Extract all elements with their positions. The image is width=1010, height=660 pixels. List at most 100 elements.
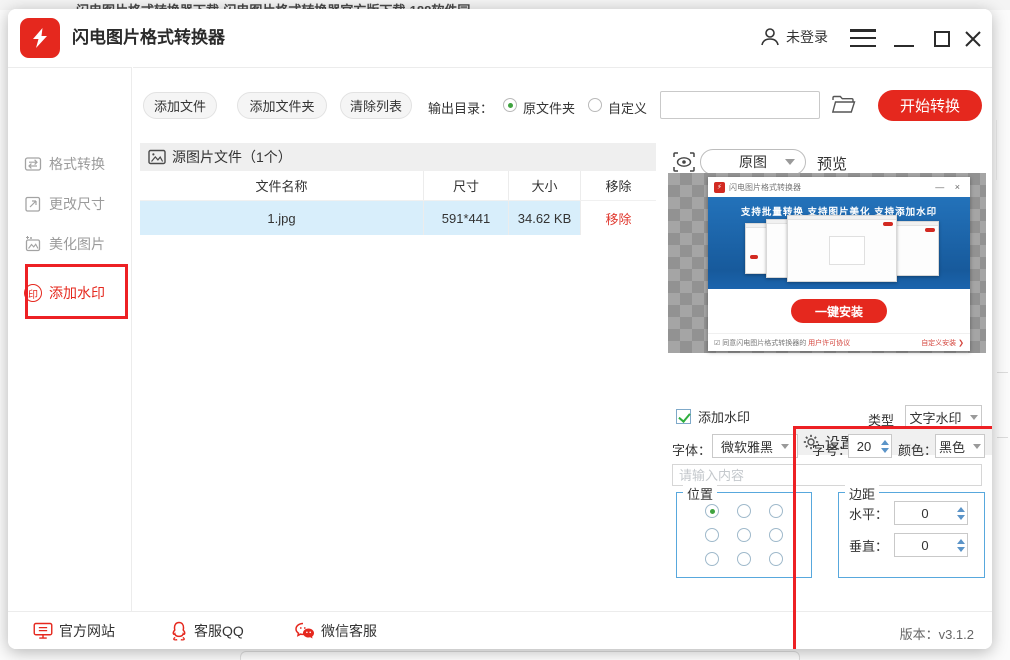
source-files-header: 源图片文件（1个） — [140, 143, 656, 171]
menu-button[interactable] — [850, 29, 876, 47]
position-radio-middle-center[interactable] — [737, 528, 751, 542]
watermark-checkbox-row: 添加水印 — [676, 407, 750, 426]
arrow-up-icon[interactable] — [957, 539, 965, 544]
vertical-label: 垂直： — [849, 536, 888, 555]
sidebar-item-label: 添加水印 — [49, 283, 105, 303]
sidebar-item-resize[interactable]: 更改尺寸 — [24, 192, 105, 216]
installer-window-controls: — × — [935, 182, 964, 192]
position-radio-bottom-left[interactable] — [705, 552, 719, 566]
background-page-fragment — [240, 651, 800, 660]
installer-license-link: 用户许可协议 — [808, 340, 850, 347]
font-label: 字体： — [672, 440, 711, 459]
close-button[interactable] — [964, 30, 982, 48]
background-divider — [996, 120, 997, 180]
add-watermark-label[interactable]: 添加水印 — [698, 407, 750, 426]
position-radio-top-center[interactable] — [737, 504, 751, 518]
source-files-title: 源图片文件（1个） — [172, 147, 292, 167]
sidebar-item-format-convert[interactable]: 格式转换 — [24, 152, 105, 176]
main-content: 添加文件 添加文件夹 清除列表 输出目录： 原文件夹 自定义 开始转换 — [133, 67, 992, 611]
vertical-margin-value: 0 — [895, 538, 955, 553]
installer-footer-area: 一键安装 — [708, 289, 970, 333]
chevron-down-icon — [970, 415, 978, 420]
add-watermark-checkbox[interactable] — [676, 409, 691, 424]
column-filename: 文件名称 — [140, 171, 423, 200]
version-text: 版本：v3.1.2 — [900, 624, 974, 643]
font-dropdown[interactable]: 微软雅黑 — [712, 434, 798, 458]
sidebar-item-beautify[interactable]: 美化图片 — [24, 232, 105, 256]
arrow-up-icon[interactable] — [957, 507, 965, 512]
watermark-content-input[interactable] — [672, 464, 982, 486]
sidebar: 格式转换 更改尺寸 美化图片 印 添加水印 — [8, 67, 132, 611]
watermark-type-dropdown[interactable]: 文字水印 — [905, 405, 982, 429]
convert-icon — [24, 155, 42, 173]
color-dropdown[interactable]: 黑色 — [935, 434, 985, 458]
file-name: 1.jpg — [140, 201, 423, 235]
font-size-label: 字号： — [812, 440, 851, 459]
qq-penguin-icon — [170, 621, 188, 641]
folder-icon — [831, 94, 857, 116]
position-radio-top-left[interactable] — [705, 504, 719, 518]
clear-list-button[interactable]: 清除列表 — [340, 92, 412, 119]
radio-original-folder-label[interactable]: 原文件夹 — [523, 98, 575, 117]
radio-custom-folder[interactable] — [588, 98, 602, 112]
installer-titlebar: ⚡ 闪电图片格式转换器 — × — [708, 177, 970, 197]
color-label: 颜色： — [898, 440, 937, 459]
beautify-image-icon — [24, 235, 42, 253]
wechat-support-label: 微信客服 — [321, 621, 377, 641]
preview-mode-dropdown[interactable]: 原图 — [700, 149, 806, 175]
position-radio-middle-left[interactable] — [705, 528, 719, 542]
monitor-icon — [33, 621, 53, 641]
file-dimensions: 591*441 — [423, 201, 508, 235]
radio-original-folder[interactable] — [503, 98, 517, 112]
maximize-button[interactable] — [934, 31, 950, 47]
file-table-header: 文件名称 尺寸 大小 移除 — [140, 171, 656, 201]
position-radio-top-right[interactable] — [769, 504, 783, 518]
output-path-input[interactable] — [660, 91, 820, 119]
font-size-stepper[interactable]: 20 — [848, 434, 892, 458]
vertical-margin-stepper[interactable]: 0 — [894, 533, 968, 557]
remove-file-link[interactable]: 移除 — [580, 201, 656, 235]
add-folder-button[interactable]: 添加文件夹 — [237, 92, 327, 119]
minimize-button[interactable] — [894, 45, 914, 47]
add-file-button[interactable]: 添加文件 — [143, 92, 217, 119]
arrow-down-icon[interactable] — [957, 515, 965, 520]
start-convert-button[interactable]: 开始转换 — [878, 90, 982, 121]
position-radio-middle-right[interactable] — [769, 528, 783, 542]
wechat-icon — [295, 622, 315, 640]
sidebar-item-label: 更改尺寸 — [49, 194, 105, 214]
wechat-support-link[interactable]: 微信客服 — [295, 620, 377, 642]
position-radio-bottom-right[interactable] — [769, 552, 783, 566]
sidebar-item-watermark[interactable]: 印 添加水印 — [24, 281, 105, 305]
installer-custom-install: 自定义安装 ❯ — [921, 338, 964, 348]
watermark-type-value: 文字水印 — [909, 408, 961, 427]
installer-agree-text: ☑ 同意闪电图片格式转换器的 用户许可协议 — [714, 338, 850, 348]
stepper-arrows[interactable] — [955, 507, 967, 520]
horizontal-margin-value: 0 — [895, 506, 955, 521]
font-value: 微软雅黑 — [721, 437, 773, 456]
vertical-margin-row: 垂直： 0 — [849, 533, 984, 557]
close-icon — [964, 30, 982, 48]
font-size-value: 20 — [849, 439, 879, 454]
arrow-down-icon[interactable] — [957, 547, 965, 552]
background-divider — [997, 372, 1008, 373]
browse-folder-button[interactable] — [831, 94, 857, 121]
official-website-link[interactable]: 官方网站 — [33, 620, 115, 642]
lightning-icon — [27, 25, 53, 51]
arrow-up-icon[interactable] — [881, 440, 889, 445]
installer-screenshot-window — [787, 215, 897, 281]
output-dir-label: 输出目录： — [428, 98, 493, 117]
horizontal-margin-stepper[interactable]: 0 — [894, 501, 968, 525]
stepper-arrows[interactable] — [955, 539, 967, 552]
qq-support-link[interactable]: 客服QQ — [170, 620, 244, 642]
app-title: 闪电图片格式转换器 — [72, 9, 225, 67]
file-table-row[interactable]: 1.jpg 591*441 34.62 KB 移除 — [140, 201, 656, 235]
watermark-seal-icon: 印 — [24, 284, 42, 302]
login-status: 未登录 — [786, 27, 828, 47]
radio-custom-folder-label[interactable]: 自定义 — [608, 98, 647, 117]
position-radio-bottom-center[interactable] — [737, 552, 751, 566]
login-button[interactable]: 未登录 — [759, 26, 828, 48]
sidebar-item-label: 格式转换 — [49, 154, 105, 174]
stepper-arrows[interactable] — [879, 440, 891, 453]
arrow-down-icon[interactable] — [881, 448, 889, 453]
position-fieldset: 位置 — [676, 492, 812, 578]
